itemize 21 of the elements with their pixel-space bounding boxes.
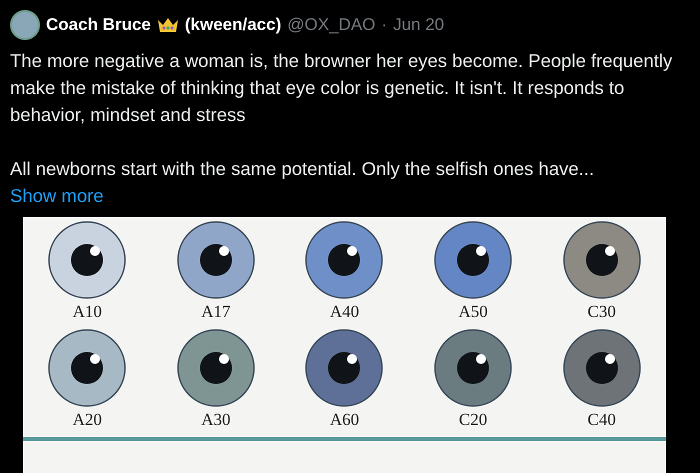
post-text: All newborns start with the same potential. Only the selfish ones have... <box>10 157 596 181</box>
eye-label: A30 <box>201 409 231 431</box>
author-handle[interactable]: @OX_DAO <box>287 12 376 38</box>
eye-label: A60 <box>330 409 360 431</box>
eye-label: A20 <box>72 409 102 431</box>
show-more-link[interactable]: Show more <box>10 182 692 209</box>
separator: · <box>381 14 388 36</box>
eye-label: C30 <box>588 301 616 323</box>
eye-label: A17 <box>201 301 231 323</box>
author-name-suffix: (kween/acc) <box>184 14 282 36</box>
eye-label: C40 <box>588 409 616 431</box>
crown-icon <box>156 16 179 34</box>
avatar[interactable] <box>10 10 40 40</box>
eye-label: A50 <box>458 301 488 323</box>
author-name[interactable]: Coach Bruce <box>46 12 151 38</box>
eye-label: A40 <box>330 301 360 323</box>
eye-chart-image[interactable]: A10 A17 A40 A50 C30 A20 A30 A60 C20 C40 <box>23 217 666 473</box>
post-text: The more negative a woman is, the browner her eyes become. People frequently make the mistake of thinking that eye color is genetic. It isn't. It responds to behavior, mindset and stress <box>10 49 674 127</box>
eye-label: A10 <box>72 301 102 323</box>
post-date[interactable]: Jun 20 <box>393 12 444 38</box>
eye-label: C20 <box>458 409 488 431</box>
